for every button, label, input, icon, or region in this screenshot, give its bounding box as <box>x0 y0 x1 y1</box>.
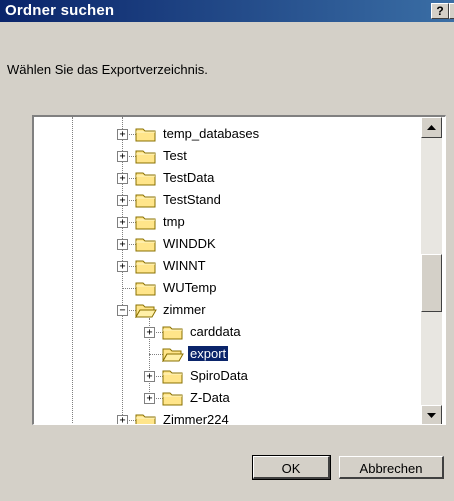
arrow-down-icon <box>427 413 436 418</box>
tree-item-label: SpiroData <box>190 368 248 383</box>
expand-icon[interactable]: + <box>117 239 128 250</box>
tree-item-label: export <box>186 345 230 362</box>
expand-icon[interactable]: + <box>144 393 155 404</box>
folder-browse-dialog: Ordner suchen ? X Wählen Sie das Exportv… <box>0 0 454 501</box>
tree-item-label: Z-Data <box>190 390 230 405</box>
ok-button[interactable]: OK <box>252 455 331 480</box>
tree-item-label: WINDDK <box>163 236 216 251</box>
scroll-down-button[interactable] <box>421 405 442 424</box>
tree-item[interactable]: + Z-Data <box>34 388 414 408</box>
tree-item-label: temp_databases <box>163 126 260 141</box>
folder-icon <box>135 192 157 208</box>
tree-item[interactable]: WUTemp <box>34 278 414 298</box>
folder-icon <box>135 236 157 252</box>
tree-item[interactable]: + WINDDK <box>34 234 414 254</box>
tree-item[interactable]: + carddata <box>34 322 414 342</box>
scrollbar-thumb[interactable] <box>421 254 442 312</box>
title-bar[interactable]: Ordner suchen ? X <box>0 0 454 22</box>
cancel-button[interactable]: Abbrechen <box>339 456 444 479</box>
folder-icon <box>162 368 184 384</box>
tree-item-label: carddata <box>190 324 241 339</box>
folder-icon <box>135 412 157 424</box>
tree-view: + temp_databases + Test + TestData + TestStand +… <box>34 117 416 425</box>
collapse-icon[interactable]: − <box>117 305 128 316</box>
arrow-up-icon <box>427 125 436 130</box>
tree-item-label: TestStand <box>163 192 221 207</box>
folder-icon <box>135 170 157 186</box>
tree-item[interactable]: + SpiroData <box>34 366 414 386</box>
folder-icon <box>135 258 157 274</box>
folder-icon <box>162 390 184 406</box>
tree-item-label: WUTemp <box>163 280 217 295</box>
tree-item[interactable]: + Test <box>34 146 414 166</box>
tree-item[interactable]: + TestData <box>34 168 414 188</box>
expand-icon[interactable]: + <box>144 327 155 338</box>
tree-item-label: Test <box>163 148 187 163</box>
tree-item[interactable]: + TestStand <box>34 190 414 210</box>
folder-icon <box>135 280 157 296</box>
expand-icon[interactable]: + <box>144 371 155 382</box>
expand-icon[interactable]: + <box>117 129 128 140</box>
expand-icon[interactable]: + <box>117 415 128 424</box>
expand-icon[interactable]: + <box>117 261 128 272</box>
folder-open-icon <box>162 346 184 363</box>
tree-item[interactable]: export <box>34 344 414 364</box>
instruction-text: Wählen Sie das Exportverzeichnis. <box>7 62 208 77</box>
folder-open-icon <box>135 302 157 319</box>
tree-item[interactable]: + tmp <box>34 212 414 232</box>
help-button[interactable]: ? <box>431 3 449 19</box>
tree-item-label: tmp <box>163 214 185 229</box>
close-button[interactable]: X <box>449 3 454 19</box>
dialog-title: Ordner suchen <box>5 2 115 19</box>
tree-item[interactable]: + temp_databases <box>34 124 414 144</box>
tree-item[interactable]: + Zimmer224 <box>34 410 414 425</box>
tree-item[interactable]: − zimmer <box>34 300 414 320</box>
expand-icon[interactable]: + <box>117 151 128 162</box>
scroll-up-button[interactable] <box>421 117 442 138</box>
folder-icon <box>135 148 157 164</box>
tree-item-label: WINNT <box>163 258 206 273</box>
expand-icon[interactable]: + <box>117 195 128 206</box>
vertical-scrollbar[interactable] <box>421 117 442 424</box>
tree-item[interactable]: + WINNT <box>34 256 414 276</box>
tree-item-label: Zimmer224 <box>163 412 229 425</box>
folder-icon <box>135 214 157 230</box>
folder-tree[interactable]: + temp_databases + Test + TestData + TestStand +… <box>32 115 446 425</box>
folder-icon <box>135 126 157 142</box>
tree-item-label: TestData <box>163 170 215 185</box>
expand-icon[interactable]: + <box>117 217 128 228</box>
tree-item-label: zimmer <box>163 302 206 317</box>
folder-icon <box>162 324 184 340</box>
expand-icon[interactable]: + <box>117 173 128 184</box>
